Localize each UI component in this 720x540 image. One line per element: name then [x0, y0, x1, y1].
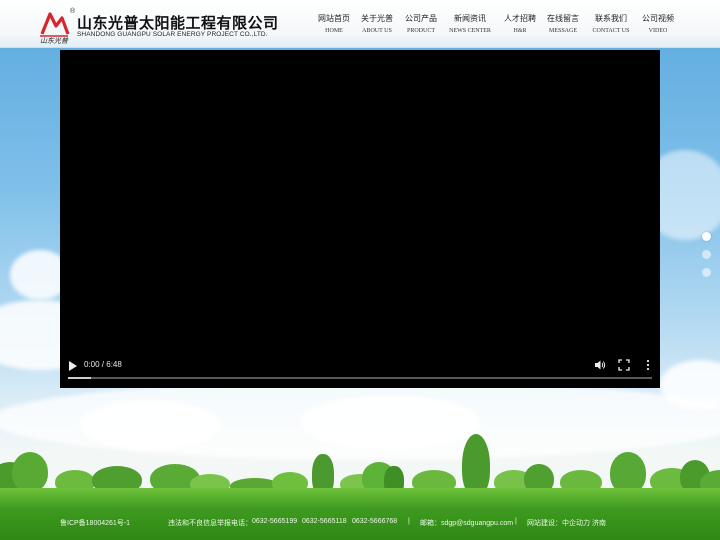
video-progress-fill — [68, 377, 92, 379]
slider-dot-3[interactable] — [702, 268, 711, 277]
nav-item-video[interactable]: 公司视频 VIDEO — [623, 13, 693, 34]
website-builder[interactable]: 网站建设：中企动力 济南 — [527, 518, 606, 528]
nav-label-cn: 公司视频 — [642, 14, 674, 23]
report-hotline-label: 违法和不良信息举报电话： — [168, 520, 252, 527]
slider-dot-2[interactable] — [702, 250, 711, 259]
phone-2: 0632-5665118 — [302, 518, 347, 525]
play-icon[interactable] — [68, 360, 78, 372]
brand-name-cn: 山东光普太阳能工程有限公司 — [77, 14, 279, 32]
phone-3: 0632-5666768 — [352, 518, 398, 525]
footer-email[interactable]: 邮箱：sdgp@sdguangpu.com — [420, 518, 513, 528]
slider-dot-1[interactable] — [702, 232, 711, 241]
video-player[interactable]: 0:00 / 6:48 — [60, 50, 660, 388]
main-nav: 网站首页 HOME 关于光普 ABOUT US 公司产品 PRODUCT 新闻资… — [300, 0, 720, 48]
video-controls: 0:00 / 6:48 — [60, 350, 660, 388]
fullscreen-icon[interactable] — [618, 359, 630, 371]
video-progress-bar[interactable] — [68, 377, 652, 379]
footer-separator: | — [515, 518, 517, 525]
company-logo-icon[interactable] — [38, 10, 70, 38]
more-options-icon[interactable] — [644, 359, 652, 371]
footer-separator: | — [408, 518, 410, 525]
grass-field — [0, 488, 720, 510]
site-footer: 鲁ICP备18004261号-1 违法和不良信息举报电话： 0632-56651… — [0, 510, 720, 540]
icp-record[interactable]: 鲁ICP备18004261号-1 — [60, 518, 130, 528]
volume-icon[interactable] — [594, 359, 606, 371]
registered-mark: ® — [70, 8, 76, 15]
brand-name-en: SHANDONG GUANGPU SOLAR ENERGY PROJECT CO… — [77, 31, 268, 38]
video-time: 0:00 / 6:48 — [84, 360, 122, 369]
phone-1: 0632-5665199 — [252, 518, 298, 525]
logo-script-text: 山东光普 — [40, 37, 68, 45]
nav-label-en: VIDEO — [648, 28, 668, 34]
site-header: ® 山东光普 山东光普太阳能工程有限公司 SHANDONG GUANGPU SO… — [0, 0, 720, 48]
